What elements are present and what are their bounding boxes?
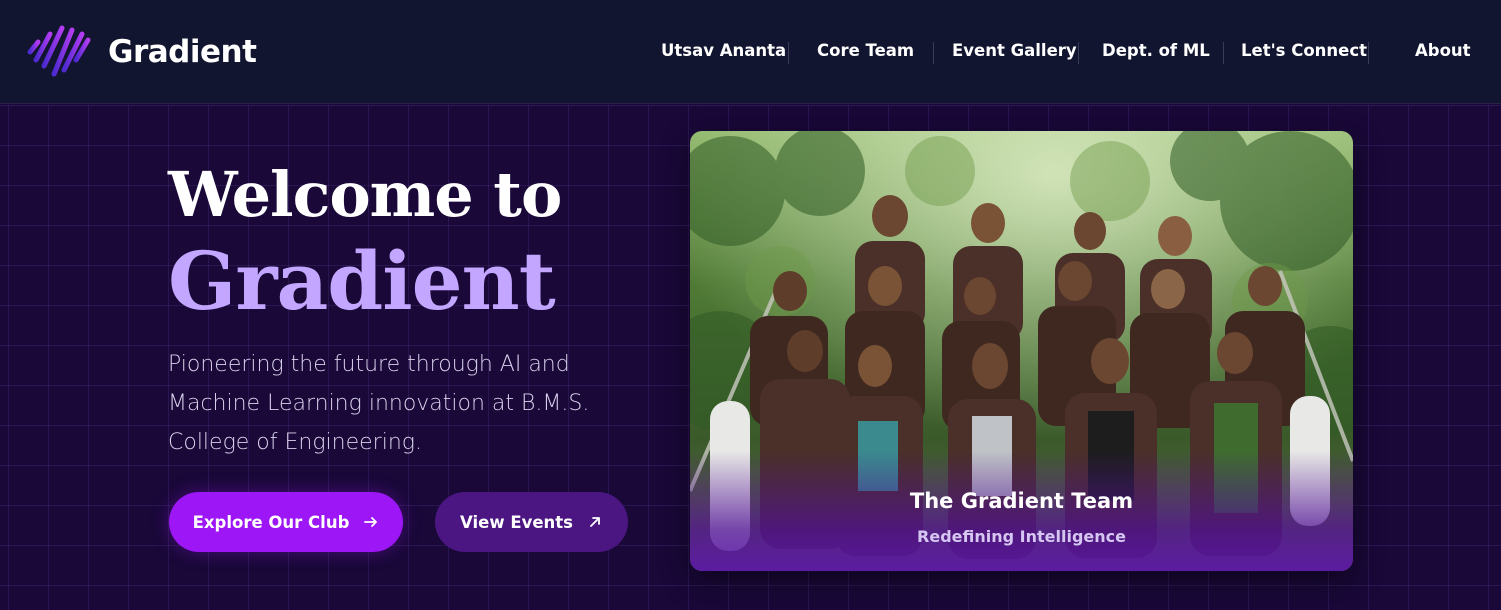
brand-name: Gradient xyxy=(108,34,257,70)
nav-divider xyxy=(1368,42,1369,64)
hero-section: Welcome to Gradient Pioneering the futur… xyxy=(0,105,1501,610)
wave-lines-icon xyxy=(27,25,91,77)
team-photo-card[interactable]: The Gradient Team Redefining Intelligenc… xyxy=(690,131,1353,571)
hero-title-line2: Gradient xyxy=(168,234,556,328)
hero-description: Pioneering the future through AI and Mac… xyxy=(168,352,590,455)
view-events-button[interactable]: View Events xyxy=(435,492,628,552)
hero-title-line1: Welcome to xyxy=(168,158,562,231)
explore-club-button[interactable]: Explore Our Club xyxy=(169,492,403,552)
nav-divider xyxy=(933,42,934,64)
nav-item-about[interactable]: About xyxy=(1415,41,1471,65)
explore-club-label: Explore Our Club xyxy=(192,512,350,532)
nav-item-dept-of-ml[interactable]: Dept. of ML xyxy=(1102,41,1210,65)
nav-divider xyxy=(1078,42,1079,64)
photo-caption: The Gradient Team xyxy=(909,489,1134,513)
photo-subcaption: Redefining Intelligence xyxy=(917,527,1126,546)
nav-divider xyxy=(788,42,789,64)
view-events-label: View Events xyxy=(460,512,573,532)
arrow-up-right-icon xyxy=(590,517,600,527)
navbar: Gradient Utsav Ananta Core Team Event Ga… xyxy=(0,0,1501,104)
nav-item-utsav-ananta[interactable]: Utsav Ananta xyxy=(661,41,786,65)
brand-logo-link[interactable]: Gradient xyxy=(26,22,257,80)
nav-divider xyxy=(1223,42,1224,64)
nav-item-core-team[interactable]: Core Team xyxy=(817,41,914,65)
arrow-right-icon xyxy=(364,517,378,527)
nav-item-lets-connect[interactable]: Let's Connect xyxy=(1241,41,1367,65)
nav-item-event-gallery[interactable]: Event Gallery xyxy=(952,41,1077,65)
